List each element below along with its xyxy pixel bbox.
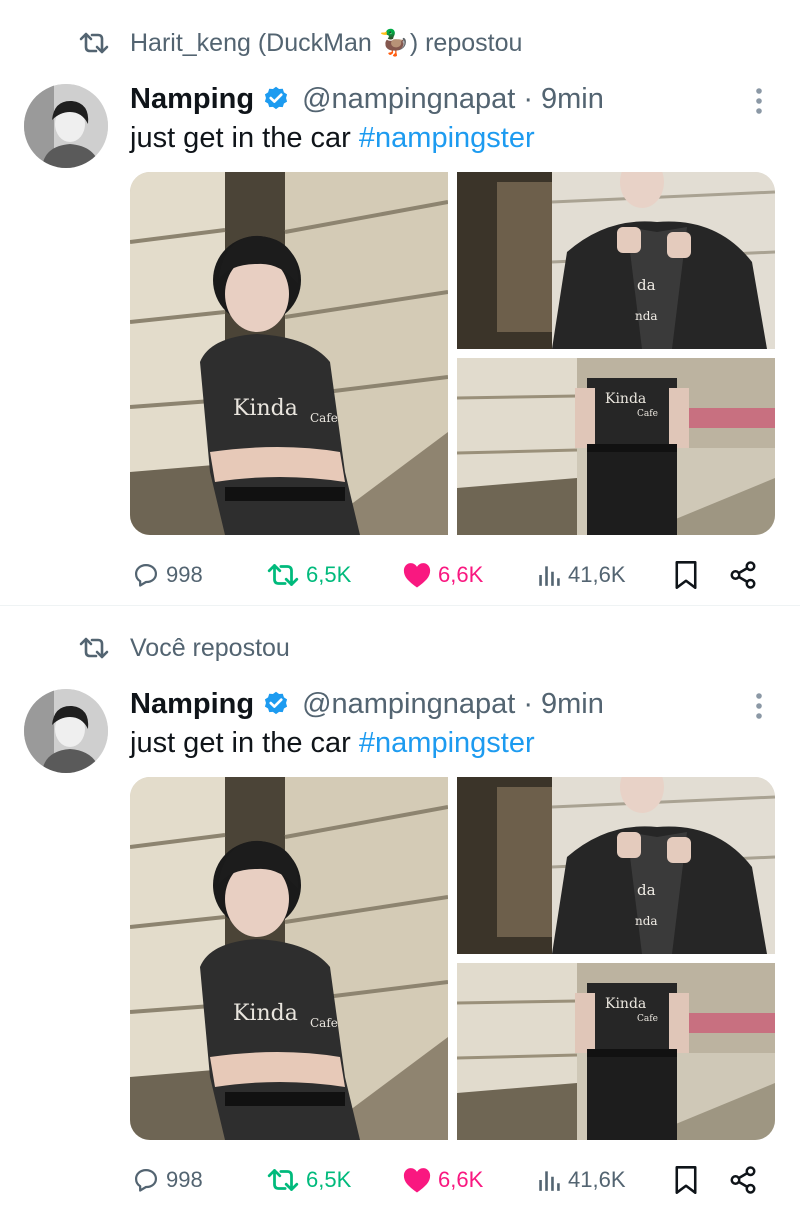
like-count: 6,6K [438,1167,484,1192]
share-button[interactable] [728,1163,758,1197]
repost-icon [79,32,109,54]
action-bar: 998 6,5K 6,6K 41,6K [132,1163,762,1197]
photo-image [457,963,775,1140]
repost-indicator: Você repostou [78,633,290,663]
heart-icon [403,1168,431,1193]
tweet-header: Namping @nampingnapat · 9min [130,80,604,118]
tweet-text: just get in the car #nampingster [130,727,535,760]
photo-top-right[interactable] [457,172,775,349]
repost-label: Harit_keng (DuckMan 🦆) repostou [130,28,523,57]
heart-icon [403,563,431,588]
like-button[interactable]: 6,6K [402,1163,483,1197]
photo-image [130,777,448,1140]
tweet-text: just get in the car #nampingster [130,122,535,155]
author-handle[interactable]: @nampingnapat [302,688,515,721]
timestamp[interactable]: 9min [541,83,604,116]
reply-button[interactable]: 998 [132,558,203,592]
photo-top-right[interactable] [457,777,775,954]
reply-count: 998 [166,1167,203,1192]
repost-button[interactable]: 6,5K [266,1163,351,1197]
separator-dot: · [523,82,533,115]
avatar[interactable] [24,84,108,168]
views-button[interactable]: 41,6K [536,1163,626,1197]
tweet-card[interactable]: Harit_keng (DuckMan 🦆) repostou Namping … [0,0,800,600]
share-icon [730,1166,756,1194]
timestamp[interactable]: 9min [541,688,604,721]
tweet-card[interactable]: Você repostou Namping @nampingnapat · 9m… [0,605,800,1205]
media-grid [130,172,775,535]
photo-image [457,777,775,954]
separator-dot: · [523,687,533,720]
bookmark-icon [675,1166,697,1194]
verified-badge-icon [264,691,288,715]
photo-image [130,172,448,535]
share-button[interactable] [728,558,758,592]
reply-count: 998 [166,562,203,587]
repost-count: 6,5K [306,562,352,587]
photo-bottom-right[interactable] [457,358,775,535]
repost-indicator: Harit_keng (DuckMan 🦆) repostou [78,28,522,58]
share-icon [730,561,756,589]
tweet-text-plain: just get in the car [130,727,359,759]
views-count: 41,6K [568,1167,626,1192]
action-bar: 998 6,5K 6,6K 41,6K [132,558,762,592]
views-button[interactable]: 41,6K [536,558,626,592]
bookmark-icon [675,561,697,589]
photo-large[interactable] [130,172,448,535]
hashtag-link[interactable]: #nampingster [359,727,535,759]
author-name[interactable]: Namping [130,83,254,116]
repost-button[interactable]: 6,5K [266,558,351,592]
more-options-icon[interactable] [748,691,770,721]
repost-icon [267,1169,299,1191]
photo-image [457,172,775,349]
repost-icon [267,564,299,586]
tweet-text-plain: just get in the car [130,122,359,154]
avatar[interactable] [24,689,108,773]
like-button[interactable]: 6,6K [402,558,483,592]
hashtag-link[interactable]: #nampingster [359,122,535,154]
views-count: 41,6K [568,562,626,587]
reply-icon [134,1168,158,1192]
photo-large[interactable] [130,777,448,1140]
photo-image [457,358,775,535]
bookmark-button[interactable] [674,1163,698,1197]
repost-icon [79,637,109,659]
verified-badge-icon [264,86,288,110]
repost-label: Você repostou [130,633,290,662]
author-name[interactable]: Namping [130,688,254,721]
author-handle[interactable]: @nampingnapat [302,83,515,116]
reply-icon [134,563,158,587]
photo-bottom-right[interactable] [457,963,775,1140]
like-count: 6,6K [438,562,484,587]
media-grid [130,777,775,1140]
reply-button[interactable]: 998 [132,1163,203,1197]
repost-count: 6,5K [306,1167,352,1192]
more-options-icon[interactable] [748,86,770,116]
bookmark-button[interactable] [674,558,698,592]
tweet-header: Namping @nampingnapat · 9min [130,685,604,723]
views-icon [539,566,560,586]
views-icon [539,1171,560,1191]
